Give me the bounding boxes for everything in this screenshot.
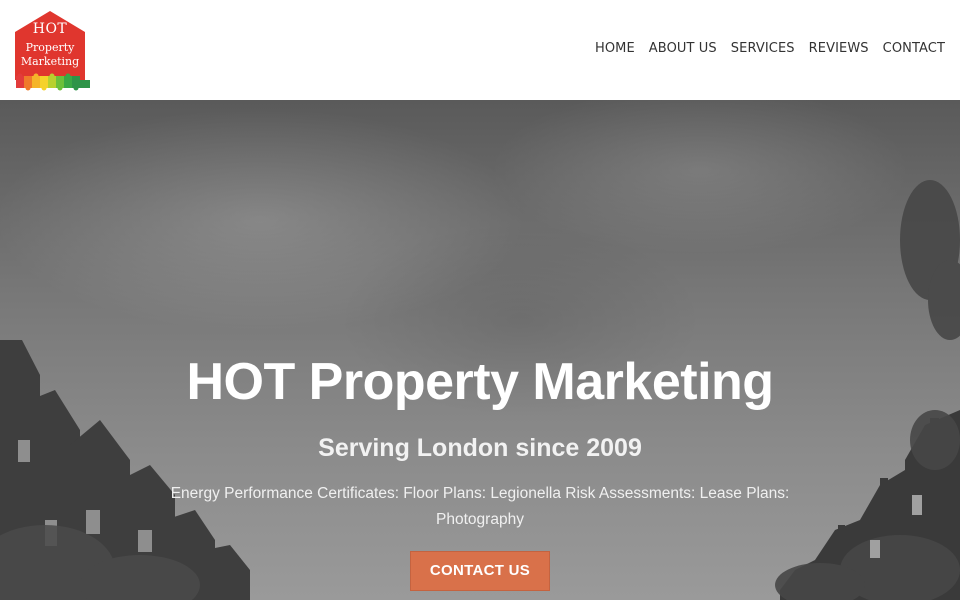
logo-text-hot: HOT xyxy=(32,21,68,37)
hero-services-description: Energy Performance Certificates: Floor P… xyxy=(170,485,790,528)
contact-us-button[interactable]: CONTACT US xyxy=(410,551,550,591)
nav-contact[interactable]: CONTACT xyxy=(883,41,945,56)
main-nav: HOME ABOUT US SERVICES REVIEWS CONTACT xyxy=(595,41,945,56)
hero-subtitle: Serving London since 2009 xyxy=(318,434,642,462)
nav-services[interactable]: SERVICES xyxy=(731,41,795,56)
logo-text-property: Property xyxy=(25,41,75,54)
site-logo[interactable]: HOT Property Marketing xyxy=(14,10,92,92)
hero-title: HOT Property Marketing xyxy=(186,353,774,411)
site-header: HOT Property Marketing HOME ABOUT US SER… xyxy=(0,0,960,100)
nav-reviews[interactable]: REVIEWS xyxy=(809,41,869,56)
nav-about-us[interactable]: ABOUT US xyxy=(649,41,717,56)
hero-section: HOT Property Marketing Serving London si… xyxy=(0,100,960,600)
logo-text-marketing: Marketing xyxy=(20,55,80,68)
nav-home[interactable]: HOME xyxy=(595,41,635,56)
